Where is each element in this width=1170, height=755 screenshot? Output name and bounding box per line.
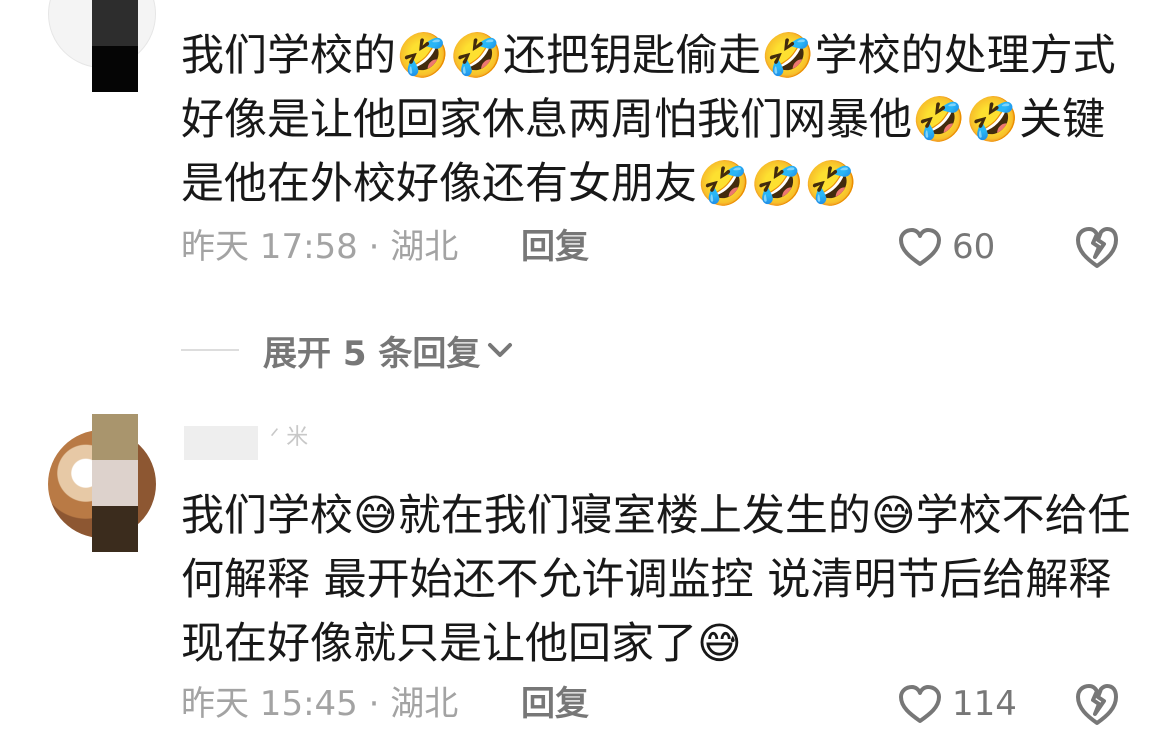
like-button[interactable]: 114: [896, 679, 1017, 729]
comment-text: 我们学校😅就在我们寝室楼上发生的😅学校不给任何解释 最开始还不允许调监控 说清明…: [181, 491, 1131, 669]
heart-outline-icon: [899, 685, 941, 723]
like-button[interactable]: 60: [896, 222, 995, 272]
reply-button[interactable]: 回复: [521, 679, 589, 729]
heart-outline-icon: [899, 228, 941, 266]
mosaic-redaction: [92, 506, 138, 552]
expand-replies-label: 展开 5 条回复: [263, 333, 481, 374]
comment-time-location: 昨天 15:45 · 湖北: [181, 684, 459, 724]
mosaic-redaction: [92, 46, 138, 92]
comment-meta: 昨天 15:45 · 湖北 回复 114: [181, 679, 1141, 729]
broken-heart-icon[interactable]: [1074, 224, 1120, 270]
comment-meta: 昨天 17:58 · 湖北 回复 60: [181, 222, 1141, 272]
username-redaction: [184, 426, 258, 460]
mosaic-redaction: [92, 0, 138, 46]
expand-divider: [181, 349, 239, 351]
comment-time-location: 昨天 17:58 · 湖北: [181, 227, 459, 267]
mosaic-redaction: [92, 460, 138, 506]
chevron-down-icon: [488, 343, 513, 357]
like-count: 114: [952, 684, 1017, 724]
like-count: 60: [952, 227, 996, 267]
username-fragment[interactable]: ᐟ 米: [270, 426, 308, 450]
comment-list: 我们学校的🤣🤣还把钥匙偷走🤣学校的处理方式好像是让他回家休息两周怕我们网暴他🤣🤣…: [0, 0, 1170, 755]
comment-text: 我们学校的🤣🤣还把钥匙偷走🤣学校的处理方式好像是让他回家休息两周怕我们网暴他🤣🤣…: [181, 31, 1116, 209]
mosaic-redaction: [92, 414, 138, 460]
expand-replies-button[interactable]: 展开 5 条回复: [181, 325, 516, 375]
broken-heart-icon[interactable]: [1074, 681, 1120, 727]
reply-button[interactable]: 回复: [521, 222, 589, 272]
